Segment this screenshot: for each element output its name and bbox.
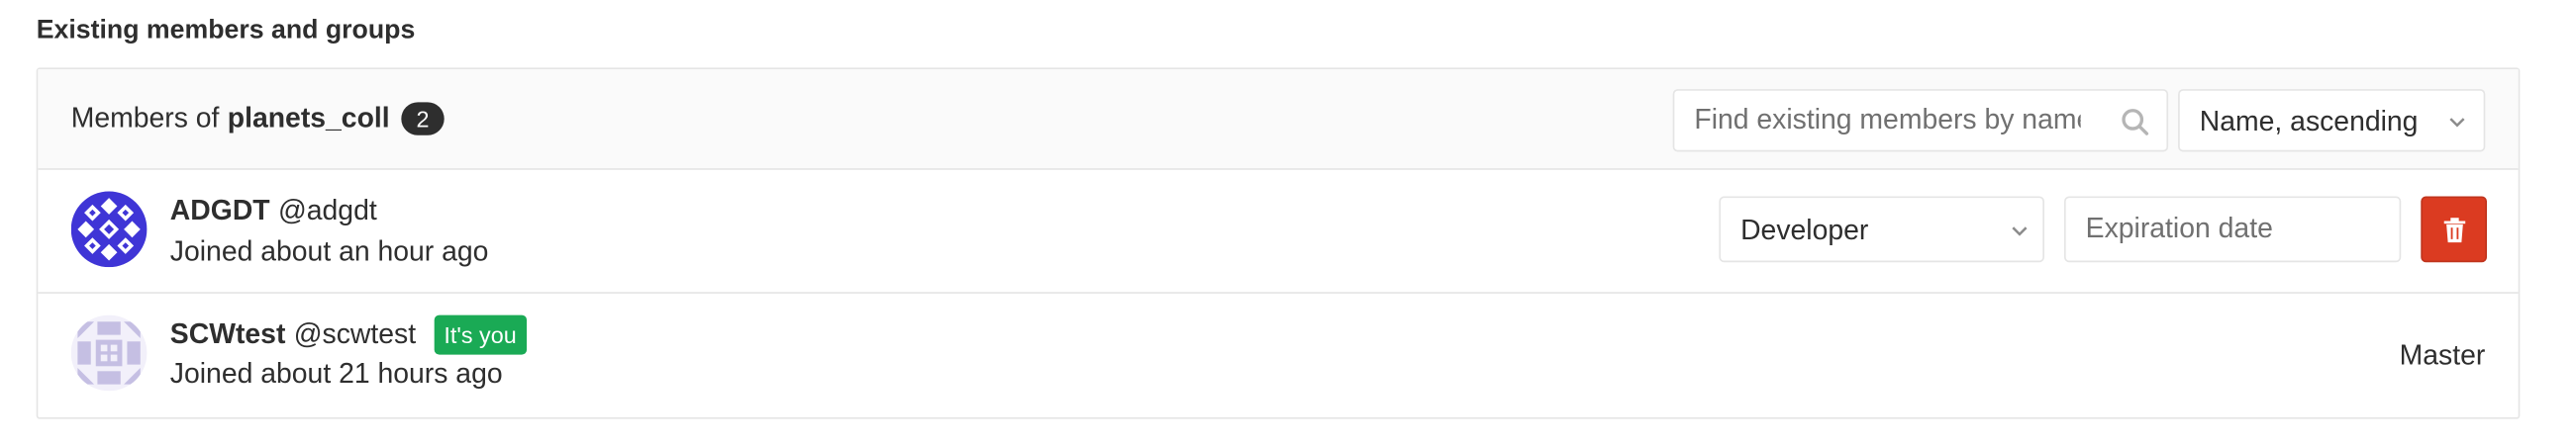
sort-dropdown[interactable]: Name, ascending — [2178, 89, 2486, 152]
member-identity: SCWtest @scwtest It's you — [170, 314, 527, 355]
member-username: @adgdt — [277, 194, 377, 226]
panel-header: Members of planets_coll 2 Name, ascendin… — [38, 69, 2519, 170]
member-username: @scwtest — [293, 317, 417, 350]
member-name[interactable]: ADGDT — [170, 195, 270, 227]
role-dropdown-label: Developer — [1740, 214, 1869, 246]
member-name[interactable]: SCWtest — [170, 318, 286, 351]
group-name: planets_coll — [227, 102, 390, 134]
chevron-down-icon — [2012, 226, 2028, 236]
member-identity: ADGDT @adgdt — [170, 195, 377, 227]
expiration-date-input[interactable] — [2065, 198, 2400, 261]
member-joined-time: Joined about 21 hours ago — [169, 357, 503, 390]
member-row: SCWtest @scwtest It's you Joined about 2… — [38, 294, 2518, 417]
remove-member-button[interactable] — [2421, 196, 2488, 263]
section-title: Existing members and groups — [36, 16, 416, 45]
members-section: Existing members and groups Members of p… — [0, 0, 2576, 447]
members-of-label: Members of — [70, 102, 220, 134]
member-role: Master — [2399, 339, 2486, 372]
chevron-down-icon — [2449, 118, 2465, 128]
its-you-badge: It's you — [434, 314, 527, 355]
member-search-input[interactable] — [1674, 90, 2108, 150]
avatar — [70, 191, 148, 268]
expiration-date-field — [2064, 196, 2402, 263]
member-joined-time: Joined about an hour ago — [169, 235, 489, 268]
sort-dropdown-label: Name, ascending — [2199, 105, 2419, 137]
member-count-badge: 2 — [401, 102, 445, 135]
members-of-title: Members of planets_coll 2 — [70, 102, 445, 135]
search-icon[interactable] — [2121, 107, 2150, 136]
member-row: ADGDT @adgdt Joined about an hour ago De… — [38, 170, 2519, 294]
trash-icon — [2443, 218, 2466, 243]
avatar — [70, 314, 148, 392]
role-dropdown[interactable]: Developer — [1719, 196, 2044, 263]
member-search — [1672, 89, 2169, 152]
members-panel: Members of planets_coll 2 Name, ascendin… — [36, 67, 2521, 419]
